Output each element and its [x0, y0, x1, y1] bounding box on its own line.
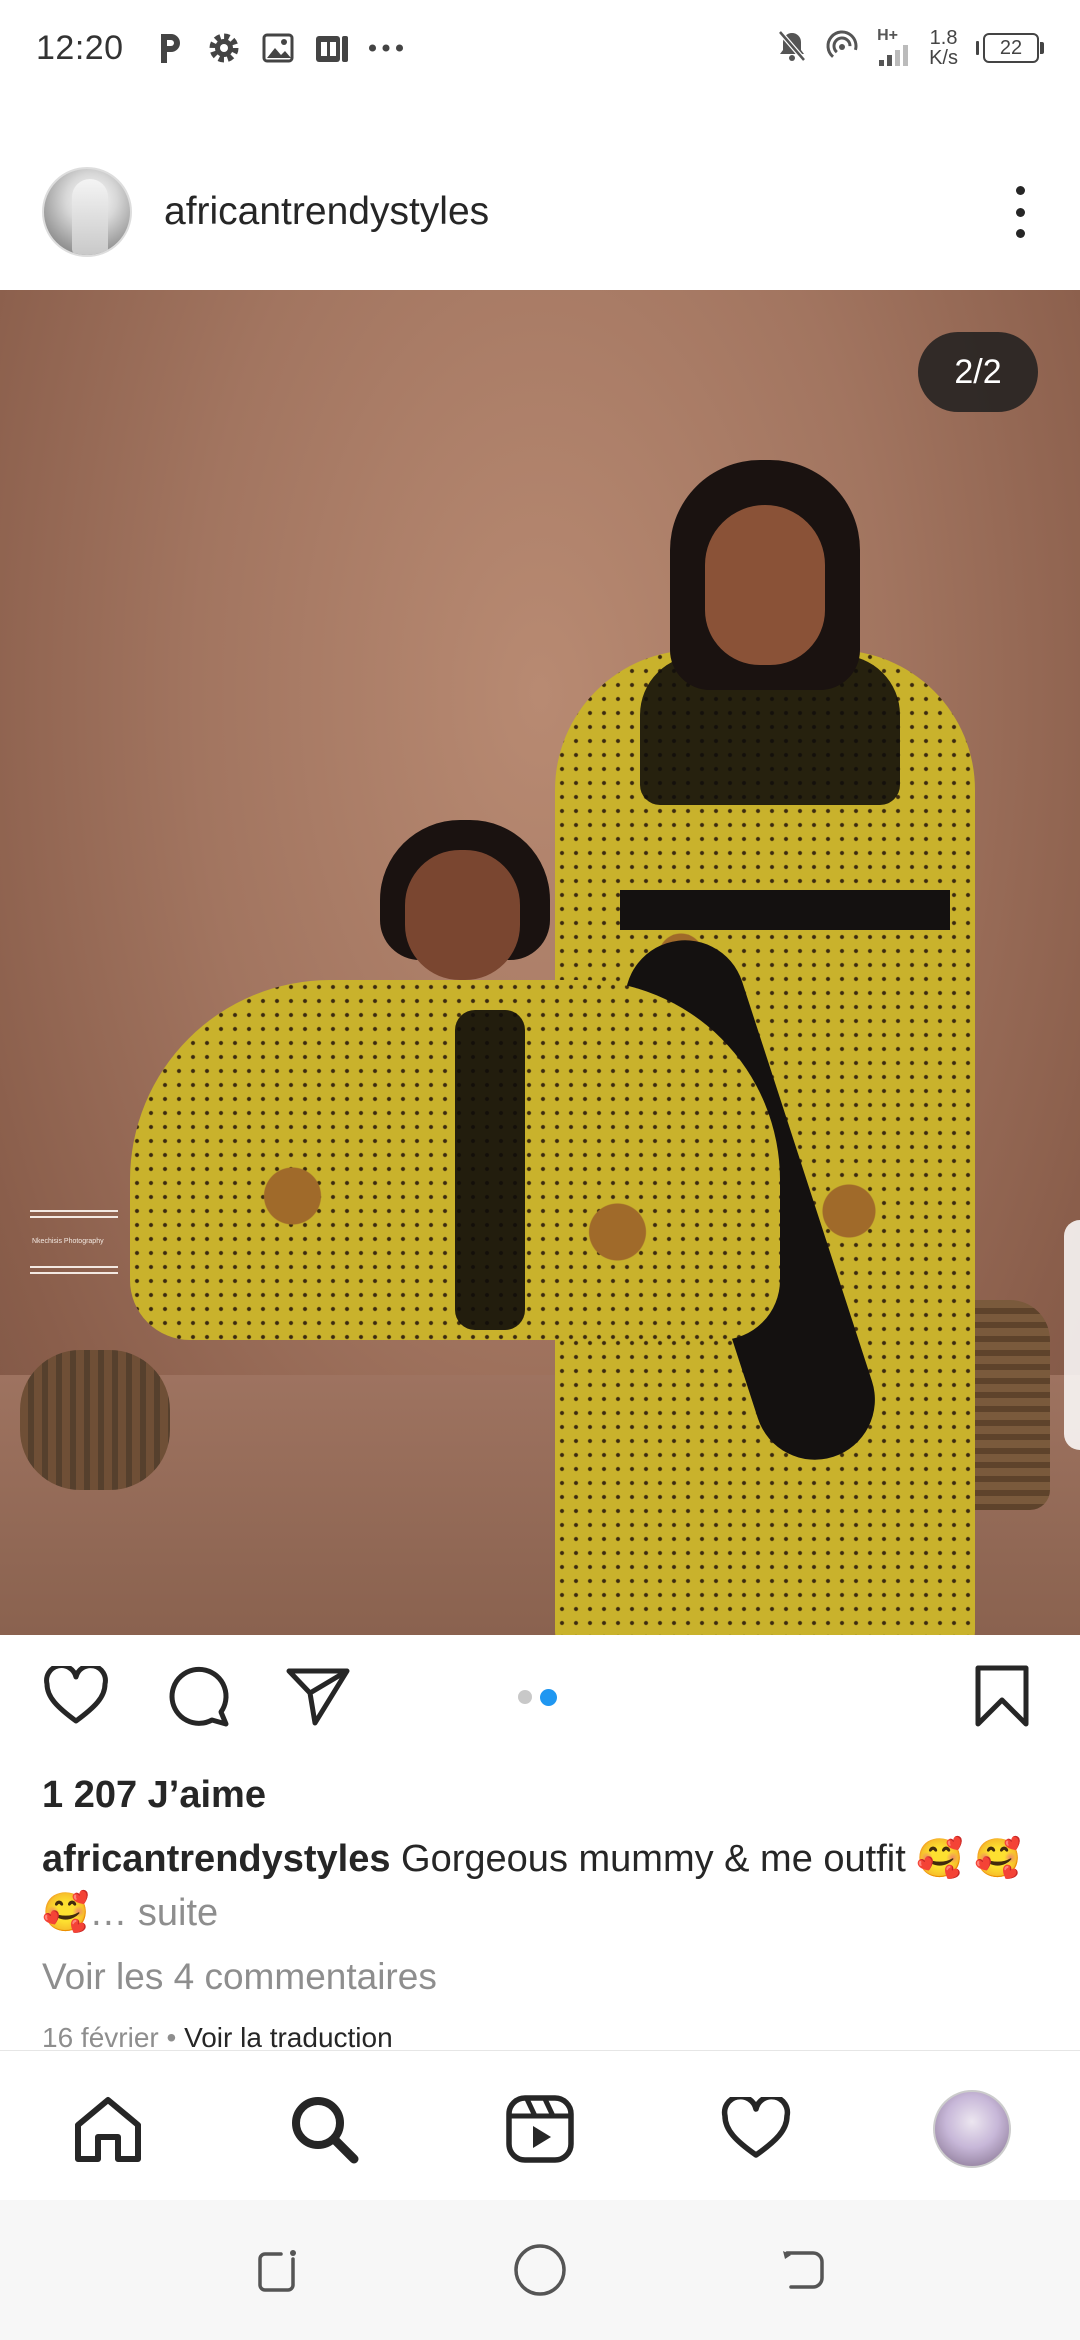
signal-type-label: H+	[877, 27, 898, 44]
mute-icon	[777, 29, 807, 68]
post-author-avatar[interactable]	[42, 167, 132, 257]
translate-link[interactable]: Voir la traduction	[184, 2022, 393, 2053]
status-system-icons: H+ 1.8 K/s 22	[777, 0, 1044, 96]
like-button[interactable]	[40, 1660, 112, 1732]
view-comments-link[interactable]: Voir les 4 commentaires	[42, 1956, 437, 1998]
meta-separator: •	[158, 2022, 185, 2053]
net-speed: 1.8 K/s	[929, 28, 958, 68]
send-icon	[286, 1668, 350, 1726]
woman-face	[705, 505, 825, 665]
basket-decoration	[20, 1350, 170, 1490]
system-navigation-bar	[0, 2200, 1080, 2340]
nav-profile[interactable]	[932, 2089, 1012, 2169]
post-action-bar	[0, 1660, 1080, 1744]
carousel-dot	[518, 1690, 532, 1704]
post-caption[interactable]: africantrendystyles Gorgeous mummy & me …	[42, 1832, 1042, 1940]
heart-icon	[44, 1666, 108, 1724]
gallery-icon	[260, 30, 296, 66]
carousel-page-counter: 2/2	[918, 332, 1038, 412]
home-icon	[75, 2097, 141, 2162]
parking-icon	[152, 30, 188, 66]
status-notification-icons	[152, 30, 404, 66]
caption-username[interactable]: africantrendystyles	[42, 1838, 391, 1880]
reels-icon	[506, 2095, 574, 2163]
nav-home[interactable]	[68, 2089, 148, 2169]
activity-heart-icon	[721, 2097, 791, 2158]
caption-more-link[interactable]: … suite	[89, 1892, 218, 1934]
more-dots-icon	[368, 30, 404, 66]
back-button[interactable]	[772, 2240, 832, 2300]
post-header: africantrendystyles	[0, 150, 1080, 274]
side-panel-handle[interactable]	[1064, 1220, 1080, 1450]
recent-apps-icon	[258, 2250, 296, 2292]
nav-search[interactable]	[284, 2089, 364, 2169]
comment-button[interactable]	[162, 1660, 234, 1732]
nav-activity[interactable]	[716, 2089, 796, 2169]
photographer-watermark: Nkechisis Photography	[30, 1210, 118, 1274]
save-button[interactable]	[966, 1660, 1038, 1732]
status-time: 12:20	[36, 28, 124, 67]
status-bar: 12:20 H+ 1.8 K/s 22	[0, 0, 1080, 96]
like-count[interactable]: 1 207 J’aime	[42, 1774, 266, 1817]
back-icon	[783, 2251, 824, 2289]
home-button[interactable]	[510, 2240, 570, 2300]
post-date: 16 février	[42, 2022, 159, 2053]
comment-icon	[169, 1666, 229, 1727]
post-author-username[interactable]: africantrendystyles	[164, 190, 489, 234]
girl-face	[405, 850, 520, 980]
carousel-indicator	[518, 1689, 557, 1706]
hotspot-icon	[825, 29, 859, 68]
net-speed-unit: K/s	[929, 47, 958, 69]
more-vertical-icon	[1015, 186, 1025, 195]
settings-icon	[206, 30, 242, 66]
home-circle-icon	[514, 2244, 566, 2296]
profile-avatar	[933, 2090, 1011, 2168]
share-button[interactable]	[282, 1660, 354, 1732]
bottom-navigation	[0, 2050, 1080, 2200]
news-icon	[314, 30, 350, 66]
post-options-button[interactable]	[1000, 180, 1040, 244]
search-icon	[292, 2097, 359, 2164]
post-image[interactable]: Nkechisis Photography 2/2	[0, 290, 1080, 1635]
carousel-dot-active	[540, 1689, 557, 1706]
bookmark-icon	[975, 1665, 1029, 1727]
nav-reels[interactable]	[500, 2089, 580, 2169]
net-speed-value: 1.8	[929, 27, 958, 49]
recent-apps-button[interactable]	[248, 2240, 308, 2300]
signal-icon: H+	[877, 28, 911, 68]
battery-icon: 22	[976, 33, 1044, 63]
battery-level: 22	[983, 33, 1039, 63]
